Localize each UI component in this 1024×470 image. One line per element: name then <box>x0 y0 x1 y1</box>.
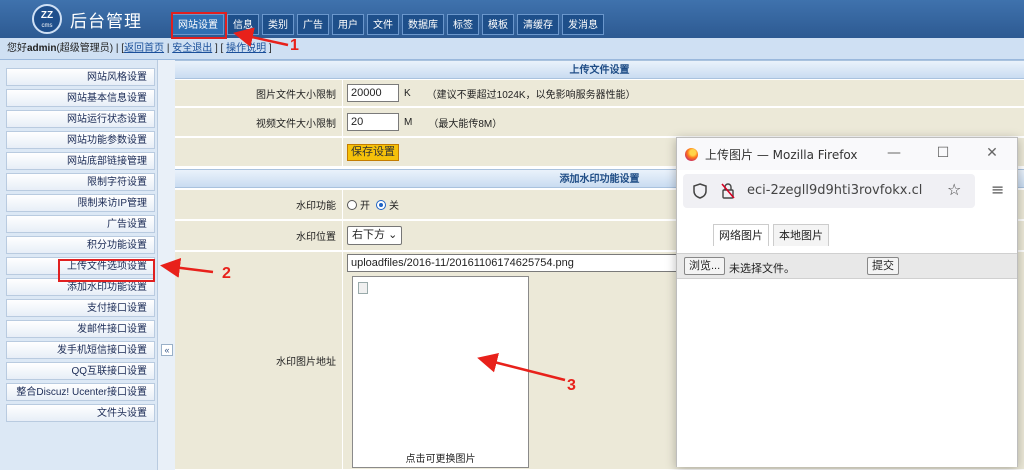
firefox-icon <box>685 148 698 161</box>
url-field[interactable]: eci-2zegll9d9hti3rovfokx.cl ☆ <box>683 174 975 208</box>
no-file-selected-text: 未选择文件。 <box>729 263 795 275</box>
bookmark-star-icon[interactable]: ☆ <box>947 180 961 199</box>
arrow-2 <box>160 257 214 278</box>
tab-local-image[interactable]: 本地图片 <box>773 224 829 246</box>
annotation-label-1: 1 <box>290 37 299 54</box>
close-icon[interactable]: ✕ <box>983 144 1001 162</box>
annotation-label-2: 2 <box>222 265 231 282</box>
shield-icon[interactable] <box>693 183 707 199</box>
upload-dialog-body: 网络图片 本地图片 浏览... 未选择文件。 提交 <box>677 218 1017 467</box>
browse-button[interactable]: 浏览... <box>684 257 726 275</box>
maximize-icon[interactable]: ☐ <box>934 144 952 162</box>
address-bar: eci-2zegll9d9hti3rovfokx.cl ☆ ≡ <box>683 172 1011 210</box>
url-text: eci-2zegll9d9hti3rovfokx.cl <box>747 183 923 198</box>
window-title: 上传图片 — Mozilla Firefox <box>705 148 858 162</box>
file-upload-row: 浏览... 未选择文件。 提交 <box>677 253 1017 279</box>
hamburger-menu-icon[interactable]: ≡ <box>991 180 1004 199</box>
submit-button[interactable]: 提交 <box>867 257 899 275</box>
tab-network-image[interactable]: 网络图片 <box>713 224 769 246</box>
firefox-upload-window: 上传图片 — Mozilla Firefox — ☐ ✕ eci-2zegll9… <box>676 137 1018 467</box>
arrow-1 <box>233 27 289 47</box>
window-titlebar: 上传图片 — Mozilla Firefox — ☐ ✕ <box>677 138 1017 170</box>
insecure-lock-icon[interactable] <box>720 182 736 200</box>
minimize-icon[interactable]: — <box>885 144 903 162</box>
annotation-label-3: 3 <box>567 377 576 394</box>
upload-tabs: 网络图片 本地图片 <box>713 224 829 246</box>
arrow-3 <box>477 352 566 382</box>
